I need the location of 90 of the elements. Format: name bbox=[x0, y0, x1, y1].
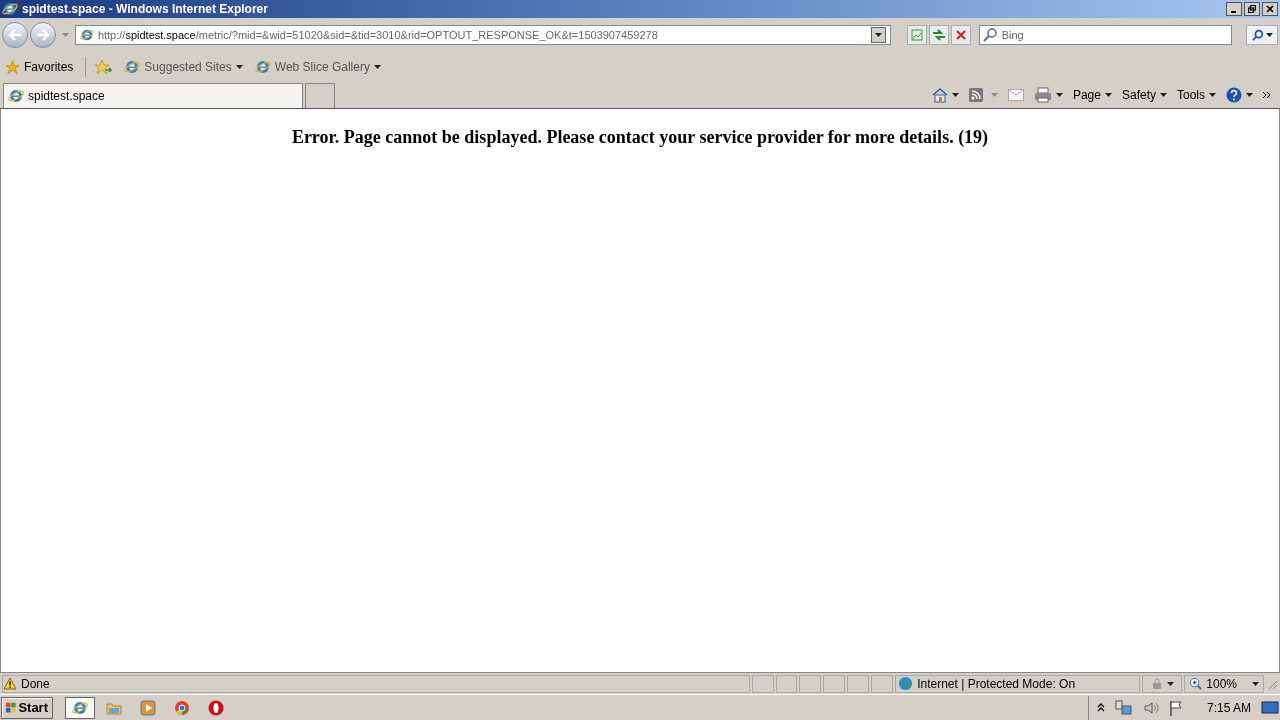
url-scheme: http:// bbox=[97, 27, 126, 43]
chrome-logo-icon bbox=[174, 699, 190, 716]
status-pane bbox=[775, 674, 798, 693]
globe-e-icon bbox=[79, 28, 94, 42]
network-icon[interactable] bbox=[1114, 699, 1133, 716]
favorites-button[interactable]: Favorites bbox=[5, 58, 74, 76]
clock[interactable]: 7:15 AM bbox=[1206, 698, 1251, 717]
command-menu[interactable]: Page bbox=[1072, 86, 1112, 104]
warning-icon bbox=[3, 677, 17, 690]
page-icon bbox=[910, 29, 923, 41]
url-path: /metric/?mid=&wid=51020&sid=&tid=3010&rid=OPTOUT_RESPONSE_OK&t=1503907459278 bbox=[195, 27, 658, 43]
star-icon bbox=[5, 59, 20, 75]
caret-icon bbox=[990, 93, 998, 97]
chevron-up-icon[interactable] bbox=[1096, 702, 1105, 713]
flag-icon[interactable] bbox=[1168, 699, 1185, 716]
restore-button[interactable] bbox=[1244, 2, 1260, 16]
error-message: Error. Page cannot be displayed. Please contact your service provider for more details. (19) bbox=[291, 126, 989, 149]
speaker-icon[interactable] bbox=[1142, 699, 1159, 716]
caret-icon bbox=[1209, 93, 1216, 97]
stop-button[interactable] bbox=[950, 25, 971, 45]
browser-tab[interactable]: spidtest.space bbox=[3, 83, 303, 108]
forward-button[interactable] bbox=[29, 22, 56, 48]
caret-icon bbox=[1166, 681, 1174, 686]
chevron-icon[interactable] bbox=[1263, 91, 1271, 99]
globe-e-icon bbox=[72, 699, 88, 716]
taskbar-app-button[interactable] bbox=[65, 696, 95, 719]
ring-icon bbox=[208, 699, 224, 716]
windows-logo-icon bbox=[6, 700, 17, 715]
show-desktop-icon[interactable] bbox=[1261, 700, 1279, 715]
close-icon bbox=[1266, 5, 1274, 13]
back-button[interactable] bbox=[2, 22, 28, 48]
window-title: spidtest.space - Windows Internet Explorer bbox=[22, 1, 268, 18]
feeds-button[interactable] bbox=[968, 88, 998, 102]
help-button[interactable] bbox=[1226, 87, 1253, 103]
status-pane bbox=[847, 674, 870, 693]
caret-icon bbox=[1265, 33, 1273, 37]
back-arrow-icon bbox=[7, 29, 22, 41]
status-pane bbox=[871, 674, 894, 693]
address-field[interactable]: http://spidtest.space/metric/?mid=&wid=51020&sid=&tid=3010&rid=OPTOUT_RESPONSE_OK&t=1503907459278 bbox=[74, 25, 891, 45]
caret-icon bbox=[1252, 681, 1260, 686]
forward-arrow-icon bbox=[35, 29, 50, 41]
new-tab-button[interactable] bbox=[305, 83, 335, 108]
caret-icon bbox=[1246, 93, 1253, 97]
zoom-button[interactable]: 100% bbox=[1184, 674, 1265, 693]
status-pane bbox=[823, 674, 846, 693]
home-button[interactable] bbox=[931, 87, 959, 103]
caret-icon bbox=[61, 33, 69, 37]
status-pane bbox=[751, 674, 774, 693]
caret-icon bbox=[1160, 93, 1167, 97]
command-menu[interactable]: Tools bbox=[1177, 86, 1216, 104]
status-pane bbox=[799, 674, 822, 693]
globe-e-icon bbox=[124, 59, 141, 75]
dropdown-button[interactable] bbox=[870, 27, 886, 43]
security-button[interactable] bbox=[1142, 674, 1183, 693]
search-field[interactable]: Bing bbox=[978, 25, 1233, 45]
search-button[interactable] bbox=[1246, 25, 1278, 45]
help-icon bbox=[1226, 87, 1242, 103]
search-icon bbox=[1251, 29, 1264, 41]
caret-icon bbox=[373, 65, 381, 69]
refresh-arrows-icon bbox=[931, 29, 946, 41]
caret-icon bbox=[1055, 93, 1063, 97]
print-button[interactable] bbox=[1033, 87, 1063, 103]
search-icon bbox=[982, 28, 997, 42]
caret-icon bbox=[235, 65, 243, 69]
printer-icon bbox=[1033, 87, 1052, 103]
house-icon bbox=[931, 87, 948, 103]
close-icon bbox=[955, 30, 966, 40]
rss-icon bbox=[968, 88, 983, 102]
globe-e-icon bbox=[2, 1, 18, 17]
restore-icon bbox=[1248, 5, 1256, 13]
url-host: spidtest.space bbox=[125, 27, 196, 43]
minimize-button[interactable] bbox=[1226, 2, 1242, 16]
refresh-button[interactable] bbox=[928, 25, 949, 45]
lock-icon bbox=[1150, 677, 1163, 690]
close-button[interactable] bbox=[1262, 2, 1278, 16]
start-button[interactable]: Start bbox=[1, 696, 53, 719]
globe-e-icon bbox=[8, 88, 24, 104]
zone-text: Internet | Protected Mode: On bbox=[917, 675, 1076, 693]
globe-icon bbox=[898, 676, 914, 691]
favorites-link[interactable]: Web Slice Gallery bbox=[254, 58, 381, 76]
status-text: Done bbox=[21, 675, 50, 693]
caret-icon bbox=[1104, 93, 1112, 97]
globe-e-icon bbox=[254, 59, 271, 75]
zoom-in-icon bbox=[1189, 677, 1203, 690]
caret-icon bbox=[874, 33, 882, 37]
command-menu[interactable]: Safety bbox=[1121, 86, 1167, 104]
caret-icon bbox=[951, 93, 959, 97]
favorites-link[interactable]: Suggested Sites bbox=[124, 58, 243, 76]
play-icon bbox=[140, 699, 156, 716]
folder-icon bbox=[106, 700, 122, 715]
